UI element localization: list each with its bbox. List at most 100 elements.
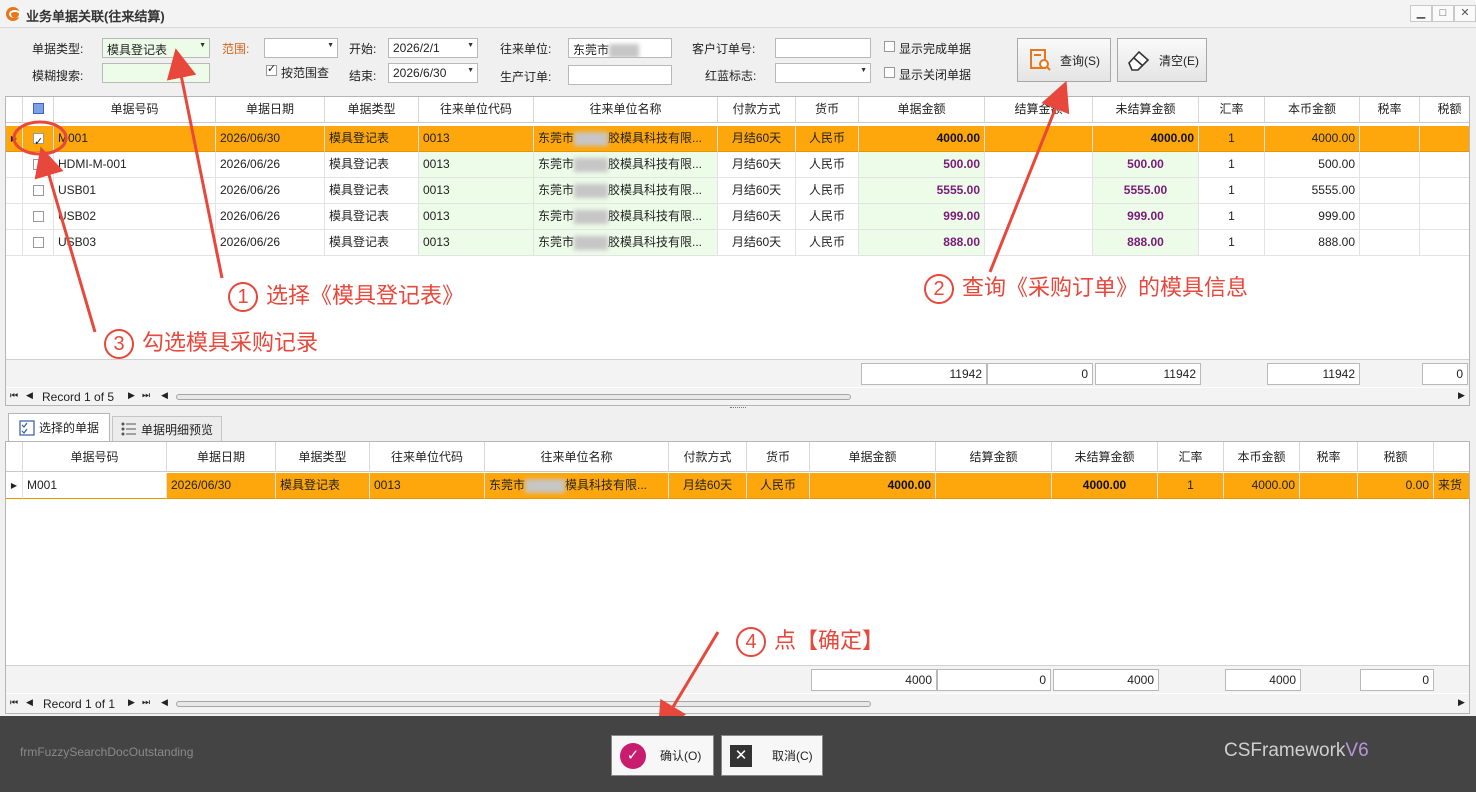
- row-checkbox[interactable]: [23, 230, 54, 256]
- scroll-left-icon[interactable]: ◀: [161, 697, 168, 708]
- row-checkbox[interactable]: [23, 204, 54, 230]
- by-range-checkbox[interactable]: [266, 62, 277, 76]
- title-bar: 业务单据关联(往来结算) ▁ □ ✕: [0, 0, 1476, 28]
- row-checkbox[interactable]: [23, 152, 54, 178]
- fuzzy-search-input[interactable]: [102, 63, 210, 83]
- col-settled[interactable]: 结算金额: [985, 97, 1093, 123]
- tab-doc-preview-label: 单据明细预览: [141, 422, 214, 437]
- table-row[interactable]: ▶ M001 2026/06/30 模具登记表 0013 东莞市胶模具科技有限.…: [6, 126, 1469, 152]
- maximize-button[interactable]: □: [1432, 5, 1454, 22]
- last-record-icon[interactable]: ⏭: [142, 697, 150, 708]
- prev-record-icon[interactable]: ◀: [26, 697, 33, 708]
- col-currency[interactable]: 货币: [796, 97, 859, 123]
- table-row[interactable]: USB03 2026/06/26 模具登记表 0013 东莞市 胶模具科技有限..…: [6, 230, 1469, 256]
- checklist-icon: [19, 419, 35, 436]
- record-count: Record 1 of 1: [43, 697, 116, 711]
- col-doc-no[interactable]: 单据号码: [54, 97, 216, 123]
- table-row[interactable]: USB02 2026/06/26 模具登记表 0013 东莞市 胶模具科技有限..…: [6, 204, 1469, 230]
- summary-row: 4000 0 4000 4000 0: [6, 665, 1469, 693]
- table-row[interactable]: ▶ M001 2026/06/30 模具登记表 0013 东莞市 模具科技有限..…: [6, 473, 1469, 499]
- scroll-right-icon[interactable]: ▶: [1458, 390, 1465, 401]
- tab-doc-preview[interactable]: 单据明细预览: [112, 416, 222, 441]
- red-blue-label: 红蓝标志:: [705, 69, 757, 83]
- customer-order-input[interactable]: [775, 38, 871, 58]
- filter-panel: 单据类型: 模具登记表 范围: 开始: 2026/2/1 往来单位: 东莞市 客…: [0, 29, 1476, 95]
- table-row[interactable]: USB01 2026/06/26 模具登记表 0013 东莞市 胶模具科技有限..…: [6, 178, 1469, 204]
- query-button[interactable]: 查询(S): [1017, 38, 1111, 82]
- show-completed-label: 显示完成单据: [899, 42, 972, 56]
- col-partner-code[interactable]: 往来单位代码: [419, 97, 534, 123]
- row-checkbox[interactable]: [23, 126, 54, 152]
- col-local-amount[interactable]: 本币金额: [1265, 97, 1360, 123]
- ok-button[interactable]: ✓ 确认(O): [611, 735, 714, 776]
- horizontal-scrollbar[interactable]: [176, 394, 851, 400]
- col-partner-name[interactable]: 往来单位名称: [534, 97, 718, 123]
- start-label: 开始:: [349, 42, 377, 56]
- scroll-left-icon[interactable]: ◀: [161, 390, 168, 401]
- col-doc-type[interactable]: 单据类型: [325, 97, 419, 123]
- table-row[interactable]: HDMI-M-001 2026/06/26 模具登记表 0013 东莞市 胶模具科…: [6, 152, 1469, 178]
- start-date-input[interactable]: 2026/2/1: [388, 38, 478, 58]
- eraser-icon: [1128, 50, 1150, 71]
- clear-button[interactable]: 清空(E): [1117, 38, 1207, 82]
- col-tax-rate[interactable]: 税率: [1360, 97, 1420, 123]
- tab-selected-docs-label: 选择的单据: [39, 421, 100, 435]
- app-icon: [6, 7, 21, 21]
- select-all-checkbox[interactable]: [23, 97, 54, 123]
- minimize-button[interactable]: ▁: [1410, 5, 1432, 22]
- partner-input[interactable]: 东莞市: [568, 38, 672, 58]
- show-closed-label: 显示关闭单据: [899, 68, 972, 82]
- first-record-icon[interactable]: ⏮: [10, 697, 18, 708]
- end-label: 结束:: [349, 69, 377, 83]
- row-checkbox[interactable]: [23, 178, 54, 204]
- annotation-2: 2 查询《采购订单》的模具信息: [924, 270, 1248, 305]
- footer-bar: frmFuzzySearchDocOutstanding ✓ 确认(O) ✕ 取…: [0, 716, 1476, 792]
- partner-label: 往来单位:: [500, 42, 552, 56]
- next-record-icon[interactable]: ▶: [128, 390, 135, 401]
- show-closed-checkbox[interactable]: [884, 67, 895, 78]
- col-rate[interactable]: 汇率: [1199, 97, 1265, 123]
- annotation-4: 4 点【确定】: [736, 623, 884, 658]
- grid-header-row: 单据号码 单据日期 单据类型 往来单位代码 往来单位名称 付款方式 货币 单据金…: [6, 442, 1469, 472]
- col-tax[interactable]: 税额: [1420, 97, 1469, 123]
- close-button[interactable]: ✕: [1454, 5, 1476, 22]
- record-count: Record 1 of 5: [42, 390, 115, 404]
- next-record-icon[interactable]: ▶: [128, 697, 135, 708]
- production-order-label: 生产订单:: [500, 70, 552, 84]
- cancel-button-label: 取消(C): [772, 749, 813, 763]
- cancel-button[interactable]: ✕ 取消(C): [721, 735, 823, 776]
- col-amount[interactable]: 单据金额: [859, 97, 985, 123]
- query-button-label: 查询(S): [1060, 53, 1100, 68]
- col-unsettled[interactable]: 未结算金额: [1093, 97, 1199, 123]
- search-document-icon: [1030, 49, 1051, 71]
- red-blue-select[interactable]: [775, 63, 871, 83]
- end-date-input[interactable]: 2026/6/30: [388, 63, 478, 83]
- record-navigator: ⏮ ◀ Record 1 of 5 ▶ ⏭ ◀ ▶: [6, 388, 1469, 405]
- first-record-icon[interactable]: ⏮: [10, 390, 18, 401]
- show-completed-checkbox[interactable]: [884, 41, 895, 52]
- horizontal-scrollbar[interactable]: [176, 701, 871, 707]
- grid-header-row: 单据号码 单据日期 单据类型 往来单位代码 往来单位名称 付款方式 货币 单据金…: [6, 97, 1469, 123]
- list-icon: [121, 422, 136, 436]
- close-x-icon: ✕: [730, 744, 752, 767]
- col-doc-date[interactable]: 单据日期: [216, 97, 325, 123]
- brand-logo: CSFrameworkV6: [1224, 740, 1369, 761]
- window-title: 业务单据关联(往来结算): [26, 9, 165, 24]
- prev-record-icon[interactable]: ◀: [26, 390, 33, 401]
- doc-type-select[interactable]: 模具登记表: [102, 38, 210, 58]
- scroll-right-icon[interactable]: ▶: [1458, 697, 1465, 708]
- row-indicator: ▶: [6, 126, 23, 152]
- range-select[interactable]: [264, 38, 338, 58]
- col-payment[interactable]: 付款方式: [718, 97, 796, 123]
- splitter-handle[interactable]: [730, 407, 746, 410]
- form-name: frmFuzzySearchDocOutstanding: [20, 745, 194, 759]
- clear-button-label: 清空(E): [1159, 53, 1199, 68]
- production-order-input[interactable]: [568, 65, 672, 85]
- tab-selected-docs[interactable]: 选择的单据: [8, 413, 110, 441]
- range-label: 范围:: [222, 42, 250, 56]
- summary-row: 11942 0 11942 11942 0: [6, 359, 1469, 387]
- ok-button-label: 确认(O): [660, 749, 702, 763]
- last-record-icon[interactable]: ⏭: [142, 390, 150, 401]
- customer-order-label: 客户订单号:: [692, 42, 756, 56]
- documents-grid: 单据号码 单据日期 单据类型 往来单位代码 往来单位名称 付款方式 货币 单据金…: [5, 96, 1470, 406]
